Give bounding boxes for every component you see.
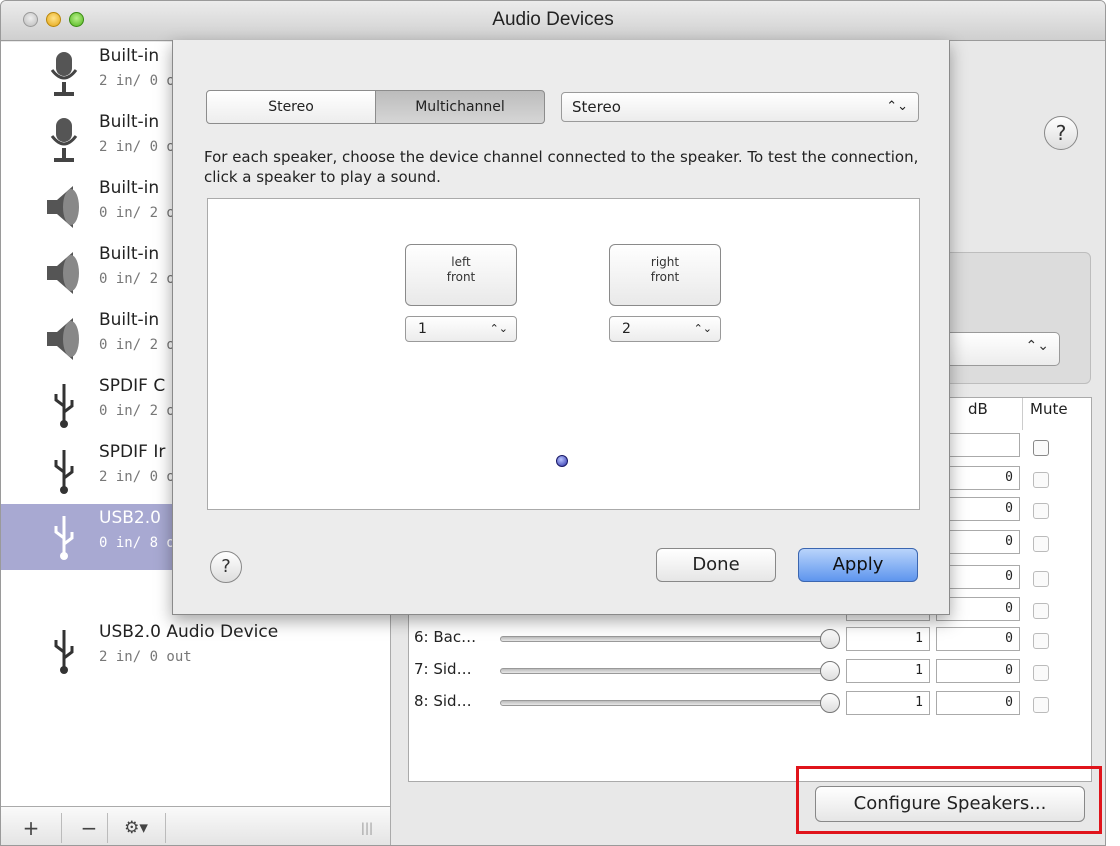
toolbar-divider bbox=[107, 813, 108, 843]
volume-slider-knob[interactable] bbox=[820, 661, 840, 681]
volume-slider[interactable] bbox=[500, 668, 830, 674]
device-name: SPDIF C bbox=[99, 376, 166, 396]
mute-checkbox[interactable] bbox=[1033, 665, 1049, 681]
mute-checkbox[interactable] bbox=[1033, 571, 1049, 587]
highlight-box bbox=[796, 766, 1102, 834]
device-name: Built-in bbox=[99, 178, 160, 198]
remove-device-button[interactable]: − bbox=[77, 815, 101, 841]
channel-label: 6: Bac… bbox=[414, 628, 477, 646]
popup-arrows-icon: ⌃⌄ bbox=[886, 99, 908, 114]
volume-slider[interactable] bbox=[500, 636, 830, 642]
db-field[interactable]: 0 bbox=[936, 627, 1020, 651]
device-name: Built-in bbox=[99, 310, 160, 330]
mute-checkbox[interactable] bbox=[1033, 472, 1049, 488]
device-list-toolbar: + − ⚙▾ ||| bbox=[1, 806, 391, 845]
resize-grip[interactable]: ||| bbox=[357, 815, 377, 841]
db-field[interactable]: 0 bbox=[936, 659, 1020, 683]
tab-stereo[interactable]: Stereo bbox=[206, 90, 376, 124]
popup-arrows-icon: ⌃⌄ bbox=[693, 322, 712, 335]
device-io: 0 in/ 8 o bbox=[99, 535, 175, 551]
device-name: Built-in bbox=[99, 46, 160, 66]
volume-field[interactable]: 1 bbox=[846, 627, 930, 651]
toolbar-divider bbox=[61, 813, 62, 843]
device-name: USB2.0 Audio Device bbox=[99, 622, 279, 642]
volume-field[interactable]: 1 bbox=[846, 691, 930, 715]
channel-value: 1 bbox=[418, 321, 427, 337]
device-io: 2 in/ 0 o bbox=[99, 73, 175, 89]
speaker-label: front bbox=[650, 270, 680, 284]
mute-checkbox[interactable] bbox=[1033, 503, 1049, 519]
mute-checkbox[interactable] bbox=[1033, 603, 1049, 619]
volume-field[interactable]: 1 bbox=[846, 659, 930, 683]
speaker-configuration-popup[interactable]: Stereo ⌃⌄ bbox=[561, 92, 919, 122]
device-name: USB2.0 bbox=[99, 508, 161, 528]
db-column-header: dB bbox=[968, 400, 988, 418]
popup-arrows-icon: ⌃⌄ bbox=[489, 322, 508, 335]
mute-checkbox[interactable] bbox=[1033, 536, 1049, 552]
device-io: 0 in/ 2 o bbox=[99, 403, 175, 419]
device-io: 0 in/ 2 o bbox=[99, 205, 175, 221]
gear-icon[interactable]: ⚙▾ bbox=[113, 815, 159, 841]
channel-label: 7: Sid… bbox=[414, 660, 472, 678]
device-io: 2 in/ 0 o bbox=[99, 139, 175, 155]
tab-multichannel[interactable]: Multichannel bbox=[375, 90, 545, 124]
speaker-label: right bbox=[650, 255, 680, 269]
sheet-help-button[interactable]: ? bbox=[210, 551, 242, 583]
add-device-button[interactable]: + bbox=[19, 815, 43, 841]
speaker-icon bbox=[47, 186, 79, 228]
right-front-speaker-button[interactable]: right front bbox=[609, 244, 721, 306]
usb-icon bbox=[54, 516, 74, 560]
device-name: SPDIF Ir bbox=[99, 442, 166, 462]
device-item[interactable]: USB2.0 Audio Device 2 in/ 0 out bbox=[1, 618, 391, 684]
device-io: 2 in/ 0 out bbox=[99, 649, 192, 665]
column-divider bbox=[1022, 398, 1023, 430]
mute-column-header: Mute bbox=[1030, 400, 1068, 418]
volume-slider-knob[interactable] bbox=[820, 629, 840, 649]
db-field[interactable]: 0 bbox=[936, 691, 1020, 715]
left-front-channel-popup[interactable]: 1 ⌃⌄ bbox=[405, 316, 517, 342]
popup-value: Stereo bbox=[572, 98, 621, 116]
mute-checkbox[interactable] bbox=[1033, 633, 1049, 649]
configure-speakers-sheet: Stereo Multichannel Stereo ⌃⌄ For each s… bbox=[172, 40, 950, 615]
right-front-channel-popup[interactable]: 2 ⌃⌄ bbox=[609, 316, 721, 342]
speaker-icon bbox=[47, 318, 79, 360]
title-bar: Audio Devices bbox=[1, 1, 1105, 41]
usb-icon bbox=[54, 450, 74, 494]
instructions-text: For each speaker, choose the device chan… bbox=[204, 148, 919, 186]
device-io: 0 in/ 2 o bbox=[99, 337, 175, 353]
left-front-speaker-button[interactable]: left front bbox=[405, 244, 517, 306]
device-name: Built-in bbox=[99, 112, 160, 132]
usb-icon bbox=[54, 630, 74, 674]
speaker-layout-area: left front 1 ⌃⌄ right front 2 ⌃⌄ bbox=[207, 198, 920, 510]
mute-checkbox[interactable] bbox=[1033, 697, 1049, 713]
volume-slider-knob[interactable] bbox=[820, 693, 840, 713]
apply-button[interactable]: Apply bbox=[798, 548, 918, 582]
window-title: Audio Devices bbox=[492, 9, 614, 30]
speaker-icon bbox=[47, 252, 79, 294]
channel-value: 2 bbox=[622, 321, 631, 337]
toolbar-divider bbox=[165, 813, 166, 843]
device-io: 0 in/ 2 o bbox=[99, 271, 175, 287]
volume-slider[interactable] bbox=[500, 700, 830, 706]
channel-label: 8: Sid… bbox=[414, 692, 472, 710]
microphone-icon bbox=[50, 52, 78, 96]
usb-icon bbox=[54, 384, 74, 428]
done-button[interactable]: Done bbox=[656, 548, 776, 582]
mute-checkbox[interactable] bbox=[1033, 440, 1049, 456]
device-name: Built-in bbox=[99, 244, 160, 264]
speaker-label: front bbox=[446, 270, 476, 284]
device-io: 2 in/ 0 o bbox=[99, 469, 175, 485]
popup-arrows-icon: ⌃⌄ bbox=[1025, 338, 1049, 354]
help-button[interactable]: ? bbox=[1044, 116, 1078, 150]
speaker-label: left bbox=[451, 255, 471, 269]
microphone-icon bbox=[50, 118, 78, 162]
listener-position-icon bbox=[556, 455, 568, 467]
